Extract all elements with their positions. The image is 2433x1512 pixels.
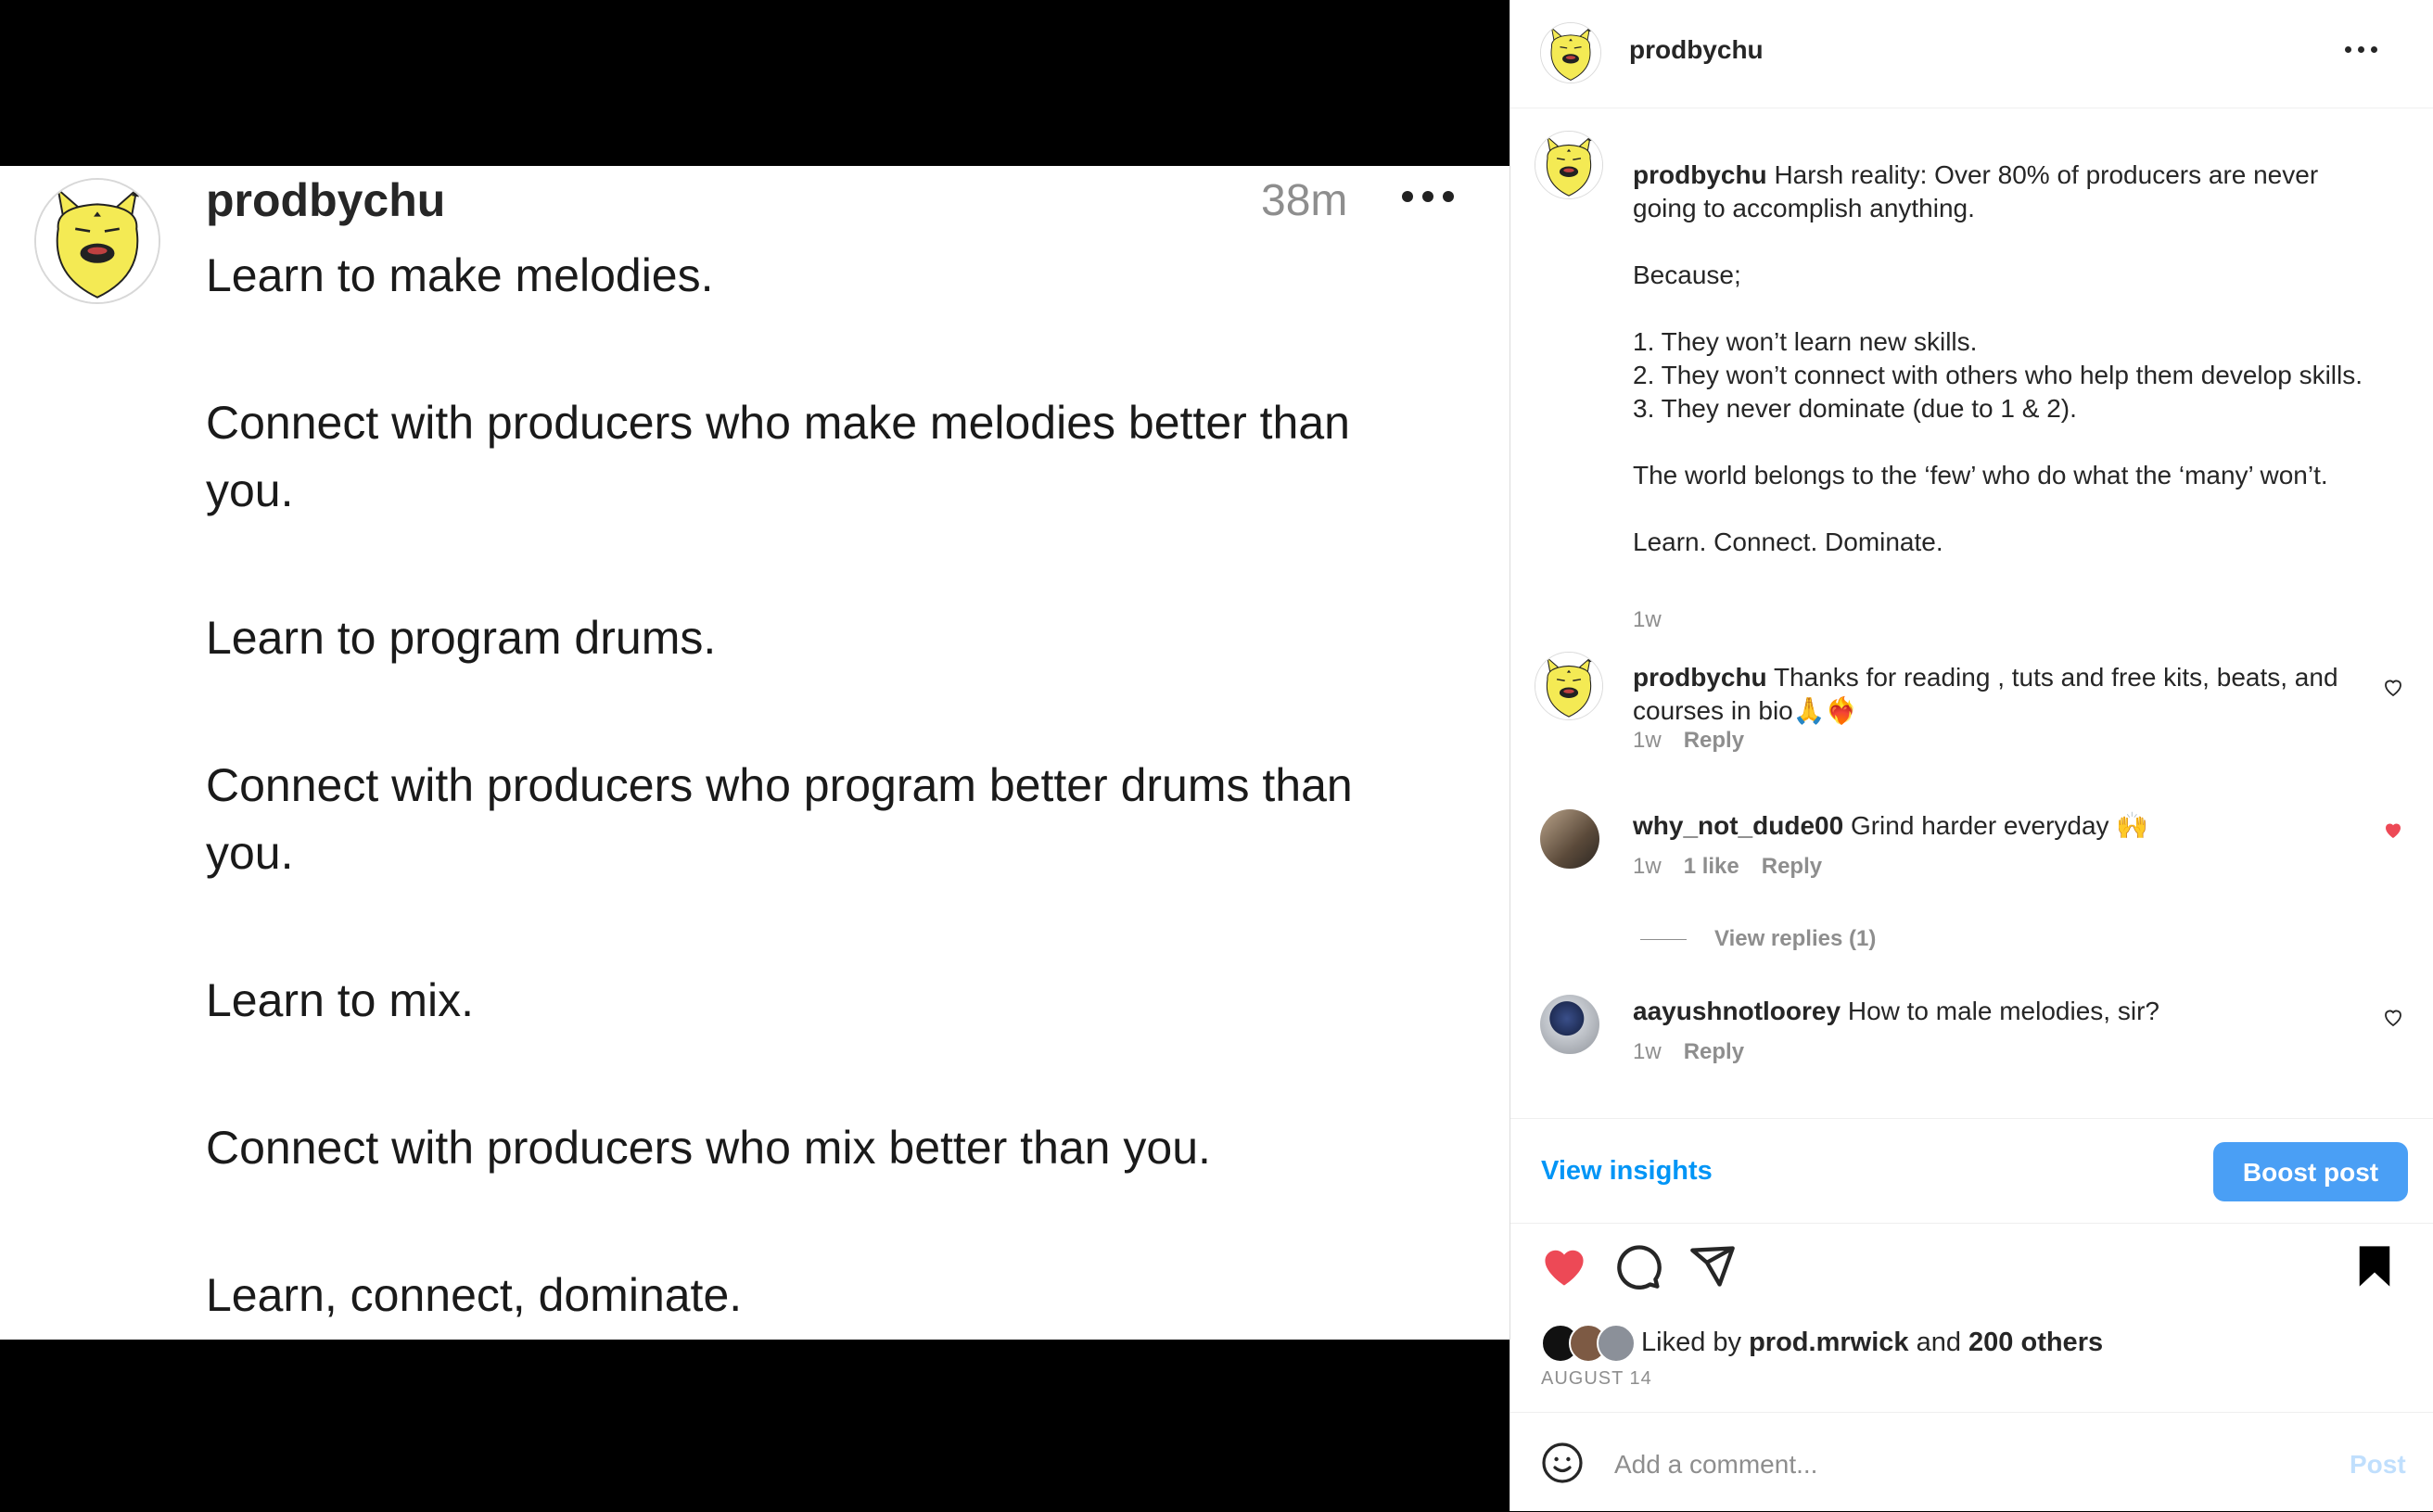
comment-avatar[interactable] (1540, 809, 1599, 869)
heart-outline-icon[interactable] (2382, 1006, 2404, 1028)
liker-username[interactable]: prod.mrwick (1749, 1328, 1908, 1357)
comments-section[interactable]: prodbychu Harsh reality: Over 80% of pro… (1510, 108, 2433, 1117)
caption-time: 1w (1633, 607, 1662, 632)
insights-bar: View insights Boost post (1510, 1118, 2433, 1224)
comment-avatar[interactable] (1540, 995, 1599, 1054)
heart-filled-icon[interactable] (2382, 819, 2404, 841)
comment-icon[interactable] (1614, 1242, 1662, 1290)
more-options-icon[interactable] (2345, 46, 2382, 56)
tweet-avatar (34, 178, 160, 304)
tweet-paragraph: Learn to program drums. (206, 612, 717, 664)
heart-filled-icon[interactable] (1540, 1242, 1588, 1290)
comment-text: why_not_dude00 Grind harder everyday 🙌 (1633, 811, 2149, 840)
comment-text: aayushnotloorey How to male melodies, si… (1633, 997, 2159, 1025)
add-comment-bar: Add a comment... Post (1510, 1412, 2433, 1512)
bookmark-icon[interactable] (2350, 1242, 2399, 1290)
emoji-icon[interactable] (1540, 1441, 1585, 1485)
comment-meta: 1w 1 like Reply (1633, 854, 1823, 879)
add-comment-input[interactable]: Add a comment... (1614, 1450, 1817, 1480)
reply-button[interactable]: Reply (1762, 854, 1822, 879)
share-icon[interactable] (1688, 1242, 1737, 1290)
heart-outline-icon[interactable] (2382, 676, 2404, 698)
tweet-paragraph: Learn, connect, dominate. (206, 1269, 743, 1321)
header-username[interactable]: prodbychu (1629, 35, 1764, 65)
tweet-paragraph: Learn to mix. (206, 974, 475, 1026)
boost-post-button[interactable]: Boost post (2213, 1142, 2408, 1201)
comment-username[interactable]: aayushnotloorey (1633, 997, 1841, 1025)
tweet-username: prodbychu (206, 174, 446, 226)
tweet-paragraph: Connect with producers who mix better th… (206, 1122, 1211, 1174)
likes-summary: Liked by prod.mrwick and 200 others (1541, 1322, 2394, 1363)
tweet-body: Learn to make melodies. Connect with pro… (206, 242, 1448, 1329)
divider (1640, 939, 1687, 941)
view-insights-link[interactable]: View insights (1541, 1156, 1713, 1187)
post-button[interactable]: Post (2350, 1450, 2406, 1480)
liker-avatars (1541, 1324, 1643, 1363)
post-sidebar: prodbychu prodbychu Harsh reality: Over … (1509, 0, 2433, 1511)
tweet-paragraph: Connect with producers who program bette… (206, 759, 1353, 879)
view-replies-button[interactable]: View replies (1) (1640, 926, 1876, 952)
likes-count[interactable]: 1 like (1684, 854, 1739, 879)
comment-avatar[interactable] (1535, 652, 1603, 720)
media-area: prodbychu 38m Learn to make melodies. Co… (0, 0, 1509, 1511)
comment-meta: 1w Reply (1633, 1039, 1745, 1064)
tweet-more-icon (1402, 188, 1454, 207)
comment-username[interactable]: prodbychu (1633, 663, 1767, 692)
tweet-paragraph: Connect with producers who make melodies… (206, 397, 1350, 516)
avatar (1597, 1324, 1636, 1363)
caption-avatar[interactable] (1535, 131, 1603, 199)
comment-username[interactable]: why_not_dude00 (1633, 811, 1843, 840)
post-date: AUGUST 14 (1541, 1368, 1652, 1389)
action-bar (1510, 1242, 2433, 1298)
tweet-paragraph: Learn to make melodies. (206, 249, 714, 301)
tweet-screenshot: prodbychu 38m Learn to make melodies. Co… (0, 166, 1509, 1340)
reply-button[interactable]: Reply (1684, 1039, 1744, 1064)
others-link[interactable]: 200 others (1968, 1328, 2103, 1357)
tweet-time: 38m (1261, 176, 1348, 225)
caption-username[interactable]: prodbychu (1633, 160, 1767, 189)
likes-text: Liked by prod.mrwick and 200 others (1641, 1328, 2104, 1357)
comment-text: prodbychu Thanks for reading , tuts and … (1633, 663, 2338, 725)
comment-meta: 1w Reply (1633, 728, 1745, 753)
header-avatar[interactable] (1540, 22, 1601, 83)
caption-text: prodbychu Harsh reality: Over 80% of pro… (1633, 160, 2363, 556)
reply-button[interactable]: Reply (1684, 728, 1744, 753)
post-header: prodbychu (1510, 0, 2433, 108)
